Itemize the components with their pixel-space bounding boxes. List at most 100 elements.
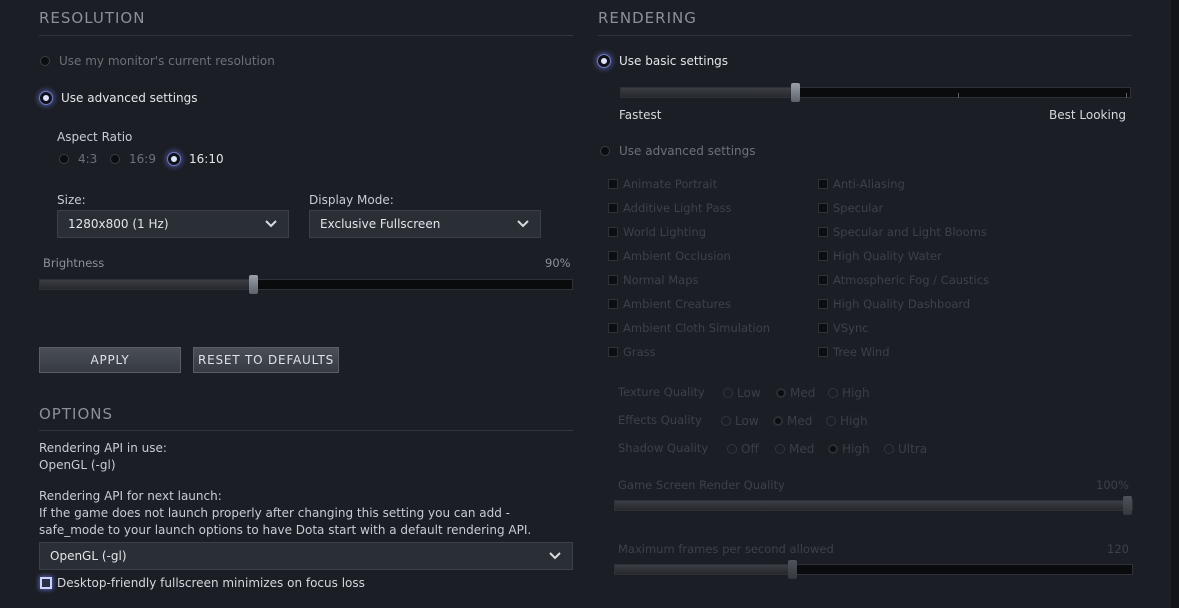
texture-quality-label: Texture Quality <box>618 385 705 399</box>
api-in-use-value: OpenGL (-gl) <box>39 458 116 472</box>
checkbox-label: Ambient Occlusion <box>623 249 731 263</box>
animate-portrait-checkbox[interactable]: Animate Portrait <box>608 177 717 191</box>
aspect-4-3-radio[interactable]: 4:3 <box>59 152 97 166</box>
api-note-line-2: safe_mode to your launch options to have… <box>39 523 532 537</box>
use-monitor-resolution-radio[interactable]: Use my monitor's current resolution <box>40 54 275 68</box>
checkbox-box <box>40 577 52 589</box>
basic-quality-slider[interactable] <box>620 83 1131 102</box>
aspect-16-10-radio[interactable]: 16:10 <box>168 152 224 166</box>
radio-dot <box>727 444 737 454</box>
display-mode-dropdown[interactable]: Exclusive Fullscreen <box>309 210 541 238</box>
shadow-ultra-radio[interactable]: Ultra <box>884 442 927 456</box>
effects-high-radio[interactable]: High <box>826 414 868 428</box>
slider-thumb[interactable] <box>788 560 797 579</box>
anti-aliasing-checkbox[interactable]: Anti-Aliasing <box>818 177 905 191</box>
api-next-label: Rendering API for next launch: <box>39 489 222 503</box>
radio-label: High <box>842 386 870 400</box>
vsync-checkbox[interactable]: VSync <box>818 321 869 335</box>
slider-fill <box>615 501 1128 510</box>
checkbox-label: Ambient Creatures <box>623 297 732 311</box>
render-quality-label: Game Screen Render Quality <box>618 478 785 492</box>
slider-thumb[interactable] <box>791 83 800 102</box>
aspect-16-9-radio[interactable]: 16:9 <box>110 152 156 166</box>
reset-to-defaults-button[interactable]: RESET TO DEFAULTS <box>193 347 339 373</box>
brightness-slider[interactable] <box>39 275 573 294</box>
atmospheric-fog-checkbox[interactable]: Atmospheric Fog / Caustics <box>818 273 989 287</box>
api-in-use-label: Rendering API in use: <box>39 441 167 455</box>
size-value: 1280x800 (1 Hz) <box>68 217 169 231</box>
radio-dot <box>776 388 786 398</box>
specular-checkbox[interactable]: Specular <box>818 201 883 215</box>
checkbox-box <box>818 179 828 189</box>
rendering-divider <box>598 35 1132 36</box>
texture-low-radio[interactable]: Low <box>723 386 761 400</box>
shadow-quality-label: Shadow Quality <box>618 441 709 455</box>
texture-med-radio[interactable]: Med <box>776 386 815 400</box>
texture-high-radio[interactable]: High <box>828 386 870 400</box>
checkbox-label: Anti-Aliasing <box>833 177 905 191</box>
radio-label: Low <box>737 386 761 400</box>
scrollbar-rail[interactable] <box>1171 0 1179 608</box>
options-section-title: OPTIONS <box>39 405 113 423</box>
checkbox-label: Grass <box>623 345 656 359</box>
slider-thumb[interactable] <box>249 275 258 294</box>
use-basic-settings-radio[interactable]: Use basic settings <box>598 54 728 68</box>
radio-dot <box>600 146 610 156</box>
normal-maps-checkbox[interactable]: Normal Maps <box>608 273 699 287</box>
render-quality-slider[interactable] <box>614 496 1133 515</box>
radio-label: Off <box>741 442 759 456</box>
chevron-down-icon <box>549 552 561 560</box>
additive-light-pass-checkbox[interactable]: Additive Light Pass <box>608 201 732 215</box>
slider-fill <box>615 565 793 574</box>
fastest-label: Fastest <box>619 108 662 122</box>
radio-label: High <box>840 414 868 428</box>
slider-fill <box>40 280 254 289</box>
rendering-api-value: OpenGL (-gl) <box>50 549 127 563</box>
radio-dot <box>826 416 836 426</box>
best-looking-label: Best Looking <box>1049 108 1127 122</box>
effects-med-radio[interactable]: Med <box>773 414 812 428</box>
api-note-line-1: If the game does not launch properly aft… <box>39 506 510 520</box>
checkbox-label: Ambient Cloth Simulation <box>623 321 771 335</box>
shadow-high-radio[interactable]: High <box>828 442 870 456</box>
effects-low-radio[interactable]: Low <box>721 414 759 428</box>
shadow-med-radio[interactable]: Med <box>775 442 814 456</box>
size-dropdown[interactable]: 1280x800 (1 Hz) <box>57 210 289 238</box>
max-fps-label: Maximum frames per second allowed <box>618 542 834 556</box>
specular-light-blooms-checkbox[interactable]: Specular and Light Blooms <box>818 225 987 239</box>
checkbox-label: Additive Light Pass <box>623 201 732 215</box>
use-advanced-resolution-radio[interactable]: Use advanced settings <box>40 91 198 105</box>
checkbox-box <box>608 251 618 261</box>
slider-thumb[interactable] <box>1123 496 1132 515</box>
radio-label: Med <box>789 442 815 456</box>
apply-button[interactable]: APPLY <box>39 347 181 373</box>
ambient-cloth-simulation-checkbox[interactable]: Ambient Cloth Simulation <box>608 321 770 335</box>
max-fps-slider[interactable] <box>614 560 1133 579</box>
slider-tick <box>958 93 959 98</box>
ambient-creatures-checkbox[interactable]: Ambient Creatures <box>608 297 731 311</box>
ambient-occlusion-checkbox[interactable]: Ambient Occlusion <box>608 249 731 263</box>
grass-checkbox[interactable]: Grass <box>608 345 656 359</box>
high-quality-water-checkbox[interactable]: High Quality Water <box>818 249 942 263</box>
checkbox-label: Atmospheric Fog / Caustics <box>833 273 990 287</box>
checkbox-box <box>608 275 618 285</box>
checkbox-box <box>818 347 828 357</box>
checkbox-box <box>818 299 828 309</box>
checkbox-label: Specular and Light Blooms <box>833 225 987 239</box>
high-quality-dashboard-checkbox[interactable]: High Quality Dashboard <box>818 297 970 311</box>
world-lighting-checkbox[interactable]: World Lighting <box>608 225 706 239</box>
tree-wind-checkbox[interactable]: Tree Wind <box>818 345 890 359</box>
checkbox-label: VSync <box>833 321 869 335</box>
radio-label: 16:9 <box>129 152 156 166</box>
rendering-api-dropdown[interactable]: OpenGL (-gl) <box>39 542 573 570</box>
use-advanced-rendering-radio[interactable]: Use advanced settings <box>600 144 756 158</box>
checkbox-box <box>608 203 618 213</box>
radio-dot <box>168 153 180 165</box>
desktop-friendly-checkbox[interactable]: Desktop-friendly fullscreen minimizes on… <box>40 576 365 590</box>
radio-label: Use advanced settings <box>619 144 756 158</box>
radio-dot <box>40 56 50 66</box>
resolution-section-title: RESOLUTION <box>39 9 146 27</box>
shadow-off-radio[interactable]: Off <box>727 442 759 456</box>
checkbox-box <box>818 227 828 237</box>
checkbox-box <box>608 299 618 309</box>
